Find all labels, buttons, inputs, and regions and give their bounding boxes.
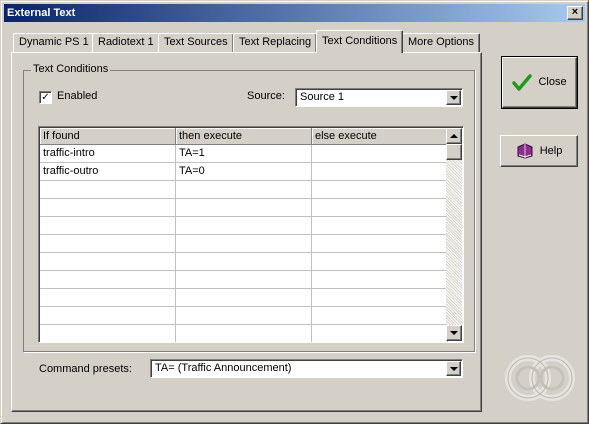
table-row[interactable] (40, 181, 448, 199)
table-row[interactable] (40, 235, 448, 253)
table-cell[interactable] (312, 217, 448, 235)
table-cell[interactable] (176, 325, 312, 342)
table-cell[interactable] (40, 289, 176, 307)
table-row[interactable] (40, 325, 448, 342)
title-bar[interactable]: External Text × (4, 4, 585, 22)
table-cell[interactable] (176, 253, 312, 271)
table-cell[interactable]: TA=0 (176, 163, 312, 181)
checkmark-icon: ✓ (41, 92, 50, 103)
table-row[interactable] (40, 289, 448, 307)
table-cell[interactable]: traffic-intro (40, 145, 176, 163)
tab-text-replacing[interactable]: Text Replacing (233, 33, 318, 52)
presets-dropdown-button[interactable] (446, 361, 461, 376)
table-row[interactable] (40, 217, 448, 235)
close-button-label: Close (538, 76, 567, 88)
enabled-checkbox[interactable]: ✓ (39, 91, 52, 104)
table-row[interactable]: traffic-intro TA=1 (40, 145, 448, 163)
table-row[interactable] (40, 253, 448, 271)
column-header-then-execute[interactable]: then execute (176, 128, 312, 145)
tab-label: Text Replacing (239, 36, 312, 48)
table-cell[interactable] (40, 235, 176, 253)
table-cell[interactable]: TA=1 (176, 145, 312, 163)
table-row[interactable] (40, 271, 448, 289)
column-header-else-execute[interactable]: else execute (312, 128, 448, 145)
tab-label: Text Conditions (322, 35, 398, 47)
table-cell[interactable] (312, 163, 448, 181)
table-cell[interactable] (312, 289, 448, 307)
window-close-button[interactable]: × (567, 6, 583, 20)
tab-text-conditions[interactable]: Text Conditions (316, 30, 404, 53)
arrow-down-icon (450, 331, 458, 335)
tab-label: More Options (408, 36, 475, 48)
command-presets-select[interactable]: TA= (Traffic Announcement) (150, 359, 463, 378)
source-select-value: Source 1 (300, 91, 345, 103)
help-button[interactable]: Help (500, 135, 578, 167)
table-cell[interactable] (312, 181, 448, 199)
table-cell[interactable] (40, 199, 176, 217)
table-cell[interactable] (312, 199, 448, 217)
tab-dynamic-ps-1[interactable]: Dynamic PS 1 (13, 33, 95, 52)
table-cell[interactable] (40, 253, 176, 271)
scroll-thumb[interactable] (446, 144, 462, 160)
tab-more-options[interactable]: More Options (402, 33, 481, 52)
table-row[interactable] (40, 307, 448, 325)
table-cell[interactable] (176, 181, 312, 199)
chevron-down-icon (450, 367, 458, 371)
table-cell[interactable] (176, 199, 312, 217)
grid-vertical-scrollbar[interactable] (446, 128, 462, 341)
grid-body: traffic-intro TA=1 traffic-outro TA=0 (40, 145, 448, 342)
grid-header: If found then execute else execute (40, 128, 448, 145)
table-cell[interactable] (176, 235, 312, 253)
table-cell[interactable] (40, 325, 176, 342)
tab-text-sources[interactable]: Text Sources (158, 33, 234, 52)
book-icon (517, 143, 533, 159)
table-cell[interactable] (176, 217, 312, 235)
scroll-down-button[interactable] (446, 325, 462, 341)
tab-label: Dynamic PS 1 (19, 36, 89, 48)
scroll-up-button[interactable] (446, 128, 462, 144)
column-header-if-found[interactable]: If found (40, 128, 176, 145)
tab-radiotext-1[interactable]: Radiotext 1 (92, 33, 160, 52)
enabled-label[interactable]: Enabled (57, 90, 97, 102)
source-dropdown-button[interactable] (446, 90, 461, 105)
table-cell[interactable] (40, 307, 176, 325)
app-logo-icon (505, 355, 575, 401)
table-cell[interactable] (312, 235, 448, 253)
arrow-up-icon (450, 134, 458, 138)
table-cell[interactable] (40, 181, 176, 199)
table-cell[interactable] (312, 145, 448, 163)
table-cell[interactable] (312, 271, 448, 289)
checkmark-icon (512, 73, 533, 91)
conditions-grid[interactable]: If found then execute else execute traff… (38, 126, 464, 343)
table-cell[interactable] (176, 307, 312, 325)
table-cell[interactable] (40, 217, 176, 235)
help-button-label: Help (539, 144, 563, 157)
table-row[interactable] (40, 199, 448, 217)
tab-label: Text Sources (164, 36, 228, 48)
table-row[interactable]: traffic-outro TA=0 (40, 163, 448, 181)
window-title: External Text (7, 7, 76, 19)
table-cell[interactable] (40, 271, 176, 289)
groupbox-title: Text Conditions (31, 63, 111, 76)
chevron-down-icon (450, 96, 458, 100)
table-cell[interactable] (176, 289, 312, 307)
command-presets-label: Command presets: (39, 363, 132, 375)
table-cell[interactable] (312, 253, 448, 271)
table-cell[interactable] (312, 325, 448, 342)
table-cell[interactable]: traffic-outro (40, 163, 176, 181)
source-select[interactable]: Source 1 (295, 88, 463, 107)
close-button[interactable]: Close (501, 56, 578, 109)
table-cell[interactable] (176, 271, 312, 289)
source-label: Source: (247, 90, 285, 102)
tab-label: Radiotext 1 (98, 36, 154, 48)
command-presets-value: TA= (Traffic Announcement) (155, 362, 292, 374)
table-cell[interactable] (312, 307, 448, 325)
